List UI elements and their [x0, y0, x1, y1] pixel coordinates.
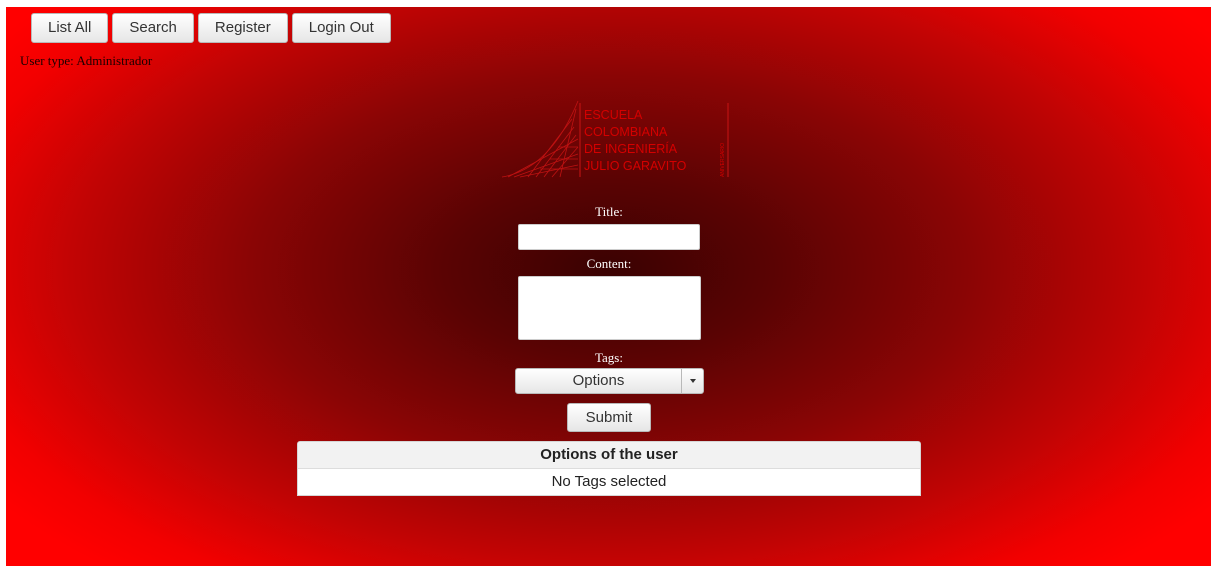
logo-line-3: DE INGENIERÍA: [584, 141, 678, 156]
tags-dropdown[interactable]: Options: [515, 368, 704, 394]
tags-label: Tags:: [595, 350, 623, 365]
content-label: Content:: [586, 256, 632, 271]
search-button[interactable]: Search: [112, 13, 194, 43]
logo-line-1: ESCUELA: [584, 108, 643, 122]
logo-line-2: COLOMBIANA: [584, 125, 668, 139]
top-nav: List All Search Register Login Out: [31, 13, 391, 43]
register-button[interactable]: Register: [197, 13, 288, 43]
user-type-label: User type: Administrador: [20, 53, 153, 68]
options-table-header: Options of the user: [298, 442, 920, 469]
caret-down-icon[interactable]: [681, 369, 703, 393]
logo-line-4: JULIO GARAVITO: [584, 159, 687, 173]
tags-dropdown-label: Options: [572, 372, 625, 389]
title-input[interactable]: [518, 224, 700, 250]
university-logo: ESCUELA COLOMBIANA DE INGENIERÍA JULIO G…: [501, 100, 729, 178]
list-all-button[interactable]: List All: [31, 13, 109, 43]
login-out-button[interactable]: Login Out: [291, 13, 391, 43]
content-textarea[interactable]: [518, 276, 701, 340]
user-options-table: Options of the user No Tags selected: [297, 441, 921, 496]
title-label: Title:: [595, 204, 623, 219]
options-empty-row: No Tags selected: [551, 473, 667, 490]
page-background: List All Search Register Login Out User …: [6, 7, 1211, 566]
submit-button[interactable]: Submit: [567, 403, 651, 432]
logo-vertical-text: ANIVERSARIO: [720, 143, 726, 177]
